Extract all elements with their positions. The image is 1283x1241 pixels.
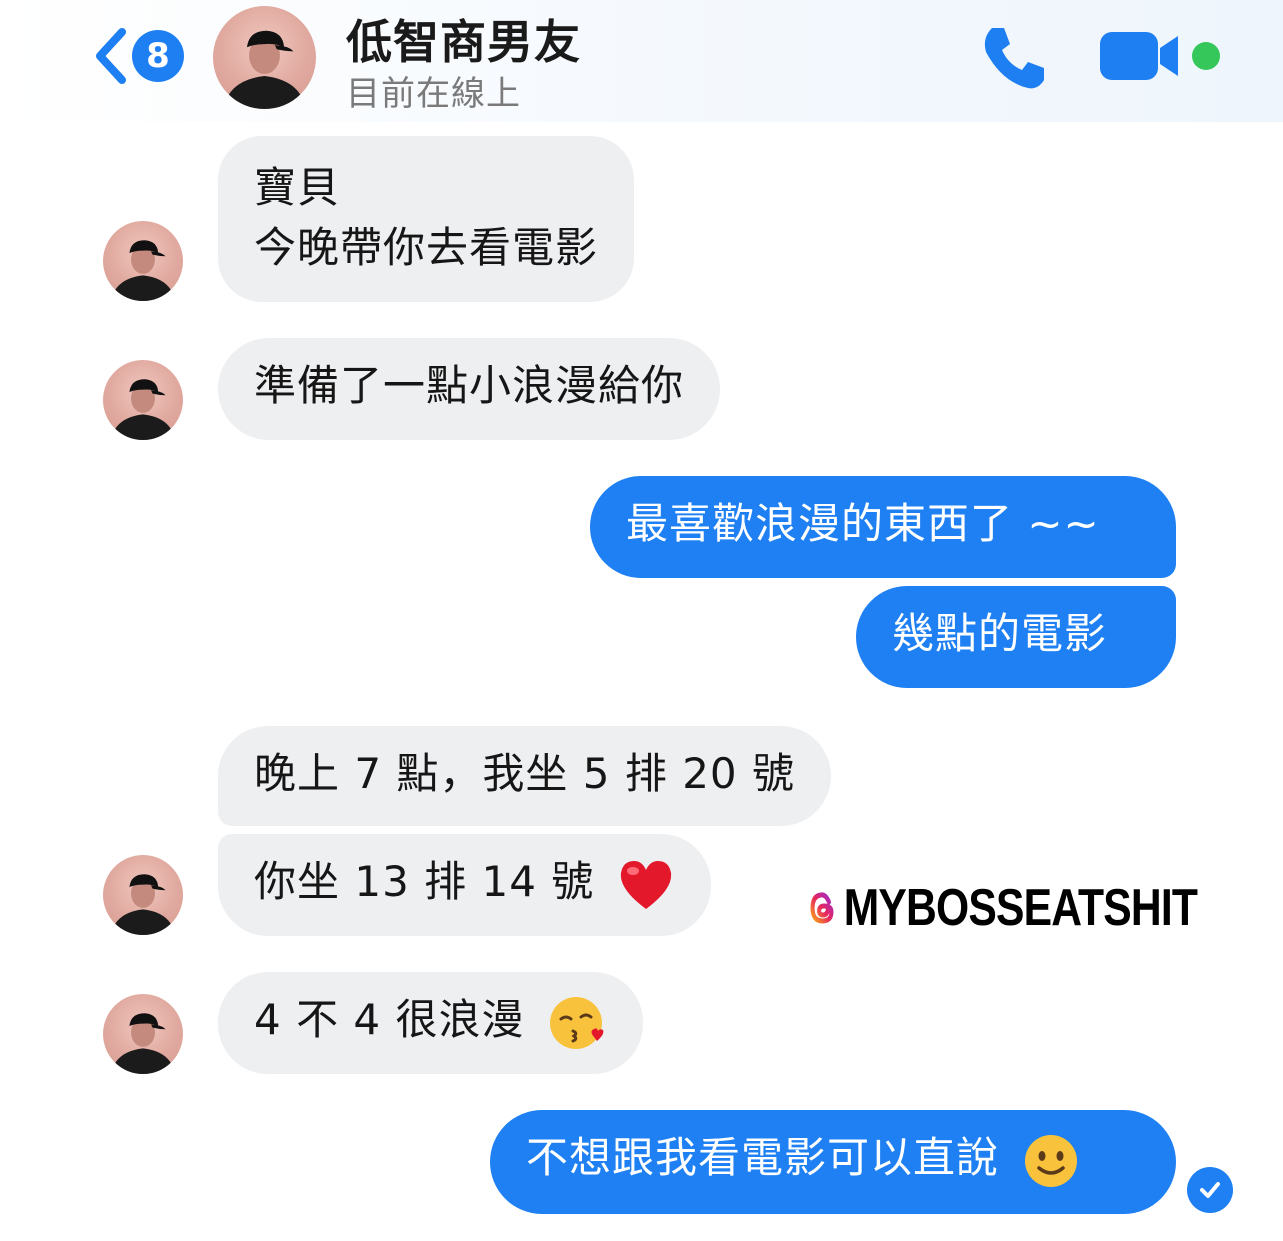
back-button[interactable]: 8 xyxy=(90,26,184,86)
heart-emoji xyxy=(620,860,671,909)
phone-icon[interactable] xyxy=(978,22,1050,94)
sender-avatar[interactable] xyxy=(103,855,183,935)
read-receipt xyxy=(1187,1167,1233,1213)
message-text: 最喜歡浪漫的東西了 ~~ xyxy=(626,499,1100,548)
threads-logo-icon xyxy=(810,892,834,924)
contact-status: 目前在線上 xyxy=(346,74,521,114)
message-bubble-incoming[interactable]: 晚上 7 點，我坐 5 排 20 號 xyxy=(218,726,831,826)
message-bubble-incoming[interactable]: 你坐 13 排 14 號 xyxy=(218,834,711,936)
smiling-emoji xyxy=(1025,1134,1078,1187)
contact-avatar[interactable] xyxy=(213,6,316,109)
watermark-text: MYBOSSEATSHIT xyxy=(843,879,1198,937)
sender-avatar[interactable] xyxy=(103,360,183,440)
message-text: 準備了一點小浪漫給你 xyxy=(254,361,685,410)
message-bubble-outgoing[interactable]: 不想跟我看電影可以直說 xyxy=(490,1110,1176,1214)
chevron-left-icon xyxy=(96,28,126,84)
message-text: 晚上 7 點，我坐 5 排 20 號 xyxy=(254,749,795,798)
message-bubble-outgoing[interactable]: 幾點的電影 xyxy=(856,586,1176,688)
contact-name: 低智商男友 xyxy=(346,15,581,69)
watermark: MYBOSSEATSHIT xyxy=(806,878,1198,938)
chat-header: 8 低智商男友 目前在線上 xyxy=(0,0,1283,122)
unread-count-badge: 8 xyxy=(132,30,184,82)
message-text: 寶貝 xyxy=(254,163,341,212)
message-text: 4 不 4 很浪漫 xyxy=(254,995,525,1044)
read-receipt-check-icon xyxy=(1200,1182,1220,1198)
message-text: 幾點的電影 xyxy=(892,609,1108,658)
video-camera-icon[interactable] xyxy=(1098,28,1184,84)
message-text: 今晚帶你去看電影 xyxy=(254,223,599,272)
online-status-dot xyxy=(1192,42,1220,70)
message-bubble-outgoing[interactable]: 最喜歡浪漫的東西了 ~~ xyxy=(590,476,1176,578)
message-bubble-incoming[interactable]: 4 不 4 很浪漫 xyxy=(218,972,643,1074)
message-text: 你坐 13 排 14 號 xyxy=(254,857,595,906)
kissing-emoji xyxy=(549,996,604,1049)
message-text: 不想跟我看電影可以直說 xyxy=(526,1133,1000,1182)
message-bubble-incoming[interactable]: 寶貝 今晚帶你去看電影 xyxy=(218,136,635,302)
message-bubble-incoming[interactable]: 準備了一點小浪漫給你 xyxy=(218,338,721,440)
sender-avatar[interactable] xyxy=(103,994,183,1074)
sender-avatar[interactable] xyxy=(103,221,183,301)
